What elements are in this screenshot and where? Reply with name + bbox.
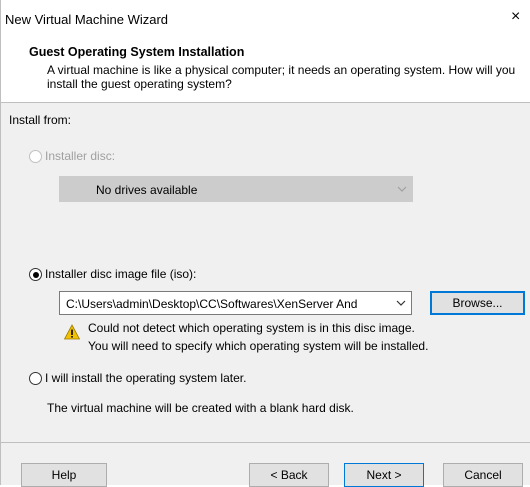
wizard-header: Guest Operating System Installation A vi… <box>1 36 530 102</box>
install-later-radio[interactable] <box>29 372 42 385</box>
installer-disc-radio[interactable] <box>29 150 42 163</box>
title-bar[interactable]: New Virtual Machine Wizard × <box>1 0 530 36</box>
install-from-label: Install from: <box>9 113 72 127</box>
wizard-window: New Virtual Machine Wizard × Guest Opera… <box>0 0 530 487</box>
browse-button[interactable]: Browse... <box>430 291 525 315</box>
install-later-description: The virtual machine will be created with… <box>47 401 354 415</box>
wizard-footer: Help < Back Next > Cancel <box>1 443 530 487</box>
installer-disc-label: Installer disc: <box>45 149 116 163</box>
warning-line-1: Could not detect which operating system … <box>88 321 415 335</box>
page-title: Guest Operating System Installation <box>29 45 245 59</box>
installer-iso-label: Installer disc image file (iso): <box>45 267 197 281</box>
next-button[interactable]: Next > <box>344 463 424 487</box>
warning-line-2: You will need to specify which operating… <box>88 339 429 353</box>
help-button[interactable]: Help <box>21 463 107 487</box>
chevron-down-icon <box>397 186 407 192</box>
content-panel: Install from: Installer disc: No drives … <box>1 103 530 442</box>
chevron-down-icon[interactable] <box>395 297 407 309</box>
back-button[interactable]: < Back <box>249 463 329 487</box>
iso-path-value[interactable]: C:\Users\admin\Desktop\CC\Softwares\XenS… <box>66 297 384 311</box>
close-icon[interactable]: × <box>511 8 520 26</box>
installer-disc-dropdown[interactable]: No drives available <box>59 176 413 202</box>
iso-path-combobox[interactable]: C:\Users\admin\Desktop\CC\Softwares\XenS… <box>59 291 412 315</box>
page-description: A virtual machine is like a physical com… <box>47 63 516 91</box>
cancel-button[interactable]: Cancel <box>443 463 523 487</box>
installer-iso-radio[interactable] <box>29 268 42 281</box>
install-later-label: I will install the operating system late… <box>45 371 247 385</box>
warning-icon <box>64 324 80 340</box>
radio-selected-dot <box>32 271 39 278</box>
installer-disc-dropdown-value: No drives available <box>96 183 198 197</box>
window-title: New Virtual Machine Wizard <box>5 12 169 27</box>
